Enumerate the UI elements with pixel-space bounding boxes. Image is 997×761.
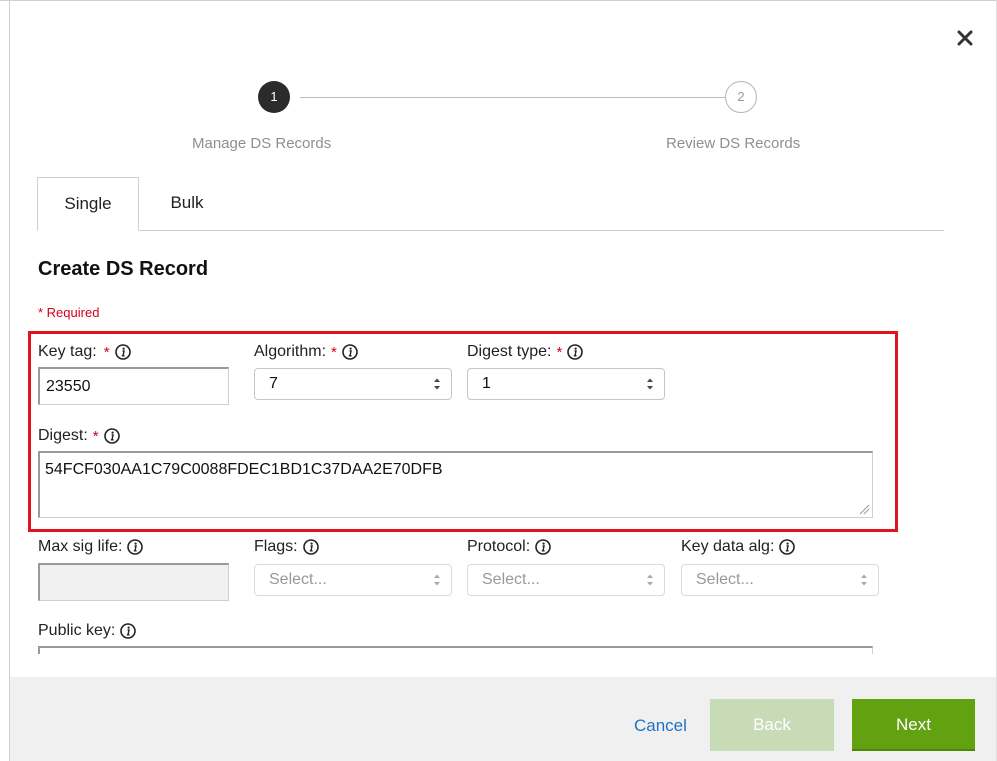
protocol-label: Protocol:: [467, 538, 551, 556]
chevron-updown-icon: [646, 573, 654, 587]
step-2-label: Review DS Records: [666, 135, 801, 152]
digest-type-label-text: Digest type:: [467, 343, 552, 360]
modal-footer: [10, 677, 996, 761]
protocol-select[interactable]: Select...: [467, 564, 665, 596]
info-icon[interactable]: [302, 539, 319, 555]
chevron-updown-icon: [433, 573, 441, 587]
flags-label: Flags:: [254, 538, 319, 556]
back-button[interactable]: Back: [710, 699, 834, 751]
flags-select-value: Select...: [269, 571, 327, 588]
info-icon[interactable]: [120, 623, 137, 639]
modal-left-border: [9, 0, 10, 761]
required-note: * Required: [38, 305, 100, 320]
chevron-updown-icon: [646, 377, 654, 391]
info-icon[interactable]: [567, 344, 584, 360]
digest-label: Digest: *: [38, 427, 120, 445]
info-icon[interactable]: [342, 344, 358, 360]
info-icon[interactable]: [114, 344, 131, 360]
tab-single[interactable]: Single: [37, 177, 139, 231]
protocol-label-text: Protocol:: [467, 538, 531, 555]
required-star: *: [556, 343, 563, 361]
digest-type-select[interactable]: 1: [467, 368, 665, 400]
public-key-label-text: Public key:: [38, 622, 116, 639]
public-key-label: Public key:: [38, 622, 137, 640]
required-star: *: [92, 427, 99, 445]
flags-select[interactable]: Select...: [254, 564, 452, 596]
info-icon[interactable]: [535, 539, 551, 555]
algorithm-select-value: 7: [269, 375, 278, 392]
key-data-alg-select-value: Select...: [696, 571, 754, 588]
close-icon[interactable]: [954, 27, 976, 49]
digest-type-label: Digest type: *: [467, 343, 584, 361]
info-icon[interactable]: [127, 539, 144, 555]
step-1-indicator: 1: [258, 81, 290, 113]
chevron-updown-icon: [860, 573, 868, 587]
info-icon[interactable]: [779, 539, 796, 555]
digest-type-select-value: 1: [482, 375, 491, 392]
key-data-alg-select[interactable]: Select...: [681, 564, 879, 596]
key-tag-label: Key tag: *: [38, 343, 131, 361]
algorithm-label: Algorithm: *: [254, 343, 358, 361]
next-button[interactable]: Next: [852, 699, 975, 751]
digest-label-text: Digest:: [38, 427, 88, 444]
info-icon[interactable]: [103, 428, 120, 444]
required-star: *: [103, 343, 110, 361]
key-data-alg-label: Key data alg:: [681, 538, 796, 556]
step-2-indicator: 2: [725, 81, 757, 113]
public-key-textarea[interactable]: [38, 646, 873, 654]
max-sig-life-label: Max sig life:: [38, 538, 144, 556]
digest-textarea[interactable]: [38, 451, 873, 518]
flags-label-text: Flags:: [254, 538, 298, 555]
cancel-button[interactable]: Cancel: [634, 716, 687, 736]
resize-grip-icon[interactable]: [858, 503, 870, 515]
form-title: Create DS Record: [38, 258, 209, 280]
key-tag-label-text: Key tag:: [38, 343, 97, 360]
chevron-updown-icon: [433, 377, 441, 391]
tab-bulk[interactable]: Bulk: [147, 177, 227, 231]
required-star: *: [331, 343, 337, 361]
key-data-alg-label-text: Key data alg:: [681, 538, 775, 555]
key-tag-input[interactable]: [38, 367, 229, 405]
modal-top-border: [0, 0, 997, 1]
algorithm-label-text: Algorithm:: [254, 343, 327, 360]
stepper-connector: [300, 97, 726, 98]
max-sig-life-input[interactable]: [38, 563, 229, 601]
algorithm-select[interactable]: 7: [254, 368, 452, 400]
protocol-select-value: Select...: [482, 571, 540, 588]
step-1-label: Manage DS Records: [192, 135, 332, 152]
max-sig-life-label-text: Max sig life:: [38, 538, 123, 555]
